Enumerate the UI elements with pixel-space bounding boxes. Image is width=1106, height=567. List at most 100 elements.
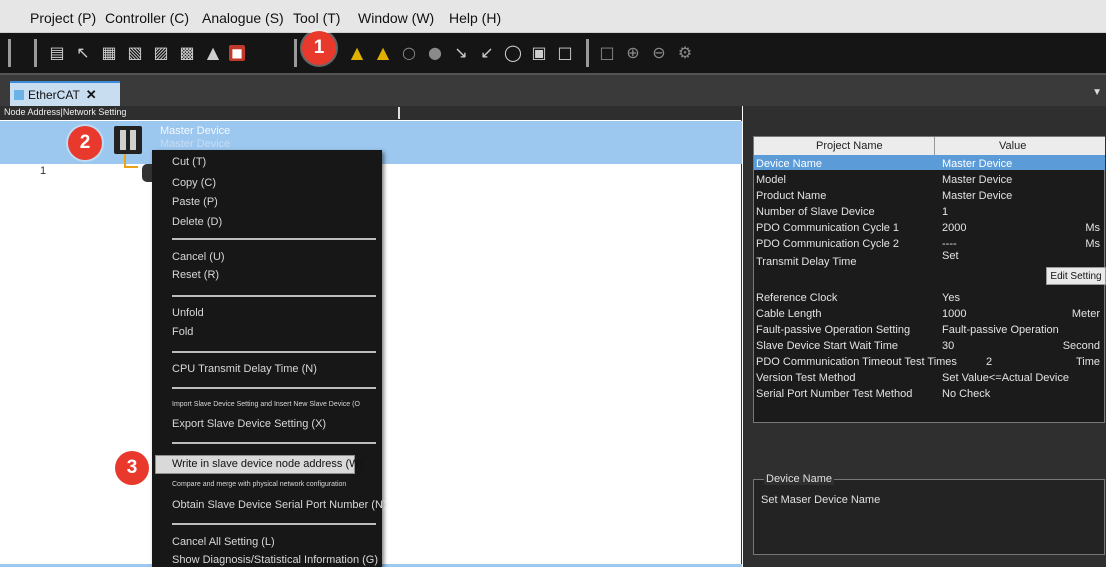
property-name[interactable]: Transmit Delay Time — [756, 256, 856, 268]
menu-analogue[interactable]: Analogue (S) — [202, 10, 284, 26]
property-name[interactable]: Serial Port Number Test Method — [756, 388, 912, 400]
menu-separator — [172, 523, 376, 525]
menu-item-obtain-serial[interactable]: Obtain Slave Device Serial Port Number (… — [172, 499, 387, 511]
menu-item-copy[interactable]: Copy (C) — [172, 177, 216, 189]
property-unit: Time — [1075, 356, 1100, 368]
menu-item-export-slave[interactable]: Export Slave Device Setting (X) — [172, 418, 326, 430]
tab-ethercat-label: EtherCAT — [28, 88, 80, 102]
master-device-icon[interactable] — [114, 126, 142, 154]
compare-icon[interactable]: ▦ — [98, 42, 120, 64]
property-value[interactable]: Set Value<=Actual Device — [942, 372, 1069, 384]
header-divider[interactable] — [934, 137, 935, 155]
property-name[interactable]: Version Test Method — [756, 372, 855, 384]
rom-icon[interactable]: ■ — [229, 45, 245, 61]
property-value[interactable]: Fault-passive Operation — [942, 324, 1059, 336]
menu-item-cut[interactable]: Cut (T) — [172, 156, 206, 168]
transfer-to-icon[interactable]: ↘ — [450, 42, 472, 64]
toolbar-separator — [34, 39, 37, 67]
header-value: Value — [999, 140, 1027, 152]
column-divider[interactable] — [398, 107, 400, 119]
menu-item-write-node-address[interactable]: Write in slave device node address (W) — [172, 458, 363, 470]
property-value[interactable]: Master Device — [942, 174, 1012, 186]
property-unit: Second — [1062, 340, 1100, 352]
column-header: Node Address|Network Setting — [0, 106, 742, 120]
property-name[interactable]: Reference Clock — [756, 292, 837, 304]
menu-item-paste[interactable]: Paste (P) — [172, 196, 218, 208]
menu-item-reset[interactable]: Reset (R) — [172, 269, 219, 281]
menu-item-cpu-transmit-delay[interactable]: CPU Transmit Delay Time (N) — [172, 363, 317, 375]
menu-project[interactable]: Project (P) — [30, 10, 96, 26]
cross-reference-icon[interactable]: ▧ — [124, 42, 146, 64]
property-value[interactable]: 2 — [986, 356, 992, 368]
wrench-icon[interactable]: ↖ — [72, 42, 94, 64]
property-name[interactable]: Slave Device Start Wait Time — [756, 340, 898, 352]
find-icon[interactable]: ▲ — [202, 42, 224, 64]
slave-device-icon[interactable] — [142, 164, 152, 182]
property-name[interactable]: PDO Communication Cycle 1 — [756, 222, 899, 234]
menu-bar: Project (P) Controller (C) Analogue (S) … — [0, 0, 1106, 33]
warning-icon[interactable]: ▲ — [346, 42, 368, 64]
menu-item-show-diagnosis[interactable]: Show Diagnosis/Statistical Information (… — [172, 554, 378, 566]
property-name[interactable]: Device Name — [756, 158, 822, 170]
menu-item-import-slave[interactable]: Import Slave Device Setting and Insert N… — [172, 401, 360, 408]
print-icon[interactable]: ▤ — [46, 42, 68, 64]
transfer-from-icon[interactable]: ↙ — [476, 42, 498, 64]
description-box: Device Name Set Maser Device Name — [753, 473, 1105, 555]
property-name[interactable]: Cable Length — [756, 308, 821, 320]
step-badge-1: 1 — [302, 31, 336, 65]
close-icon[interactable]: ✕ — [86, 87, 97, 102]
device-icon[interactable]: □ — [554, 42, 576, 64]
property-value[interactable]: 30 — [942, 340, 954, 352]
property-name[interactable]: PDO Communication Timeout Test Times — [756, 356, 957, 368]
bell-icon[interactable]: ○ — [398, 42, 420, 64]
menu-separator — [172, 295, 376, 297]
property-value[interactable]: Set — [942, 250, 959, 262]
property-name[interactable]: Product Name — [756, 190, 826, 202]
menu-separator — [172, 442, 376, 444]
property-value[interactable]: Yes — [942, 292, 960, 304]
step-badge-2: 2 — [68, 126, 102, 160]
toolbar-separator — [294, 39, 297, 67]
chevron-down-icon[interactable]: ▼ — [1092, 87, 1102, 98]
header-project-name: Project Name — [816, 140, 883, 152]
menu-item-compare-merge[interactable]: Compare and merge with physical network … — [172, 481, 346, 488]
menu-tool[interactable]: Tool (T) — [293, 10, 340, 26]
zoom-out-icon[interactable]: ⊖ — [648, 42, 670, 64]
zoom-in-icon[interactable]: ⊕ — [622, 42, 644, 64]
warning-cross-icon[interactable]: ▲ — [372, 42, 394, 64]
property-name[interactable]: Number of Slave Device — [756, 206, 875, 218]
property-value[interactable]: 2000 — [942, 222, 966, 234]
menu-item-fold[interactable]: Fold — [172, 326, 193, 338]
property-value[interactable]: Master Device — [942, 190, 1012, 202]
menu-help[interactable]: Help (H) — [449, 10, 501, 26]
property-name[interactable]: PDO Communication Cycle 2 — [756, 238, 899, 250]
watch-icon[interactable]: ▨ — [150, 42, 172, 64]
menu-window[interactable]: Window (W) — [358, 10, 434, 26]
menu-item-cancel[interactable]: Cancel (U) — [172, 251, 225, 263]
property-value[interactable]: Master Device — [942, 158, 1012, 170]
master-device-title: Master Device — [160, 125, 231, 137]
property-unit: Meter — [1071, 308, 1100, 320]
run-icon[interactable]: ▣ — [528, 42, 550, 64]
property-value[interactable]: No Check — [942, 388, 990, 400]
menu-item-cancel-all[interactable]: Cancel All Setting (L) — [172, 536, 275, 548]
online-icon[interactable]: ● — [424, 42, 446, 64]
tree-connector — [124, 154, 138, 168]
menu-controller[interactable]: Controller (C) — [105, 10, 189, 26]
menu-item-delete[interactable]: Delete (D) — [172, 216, 222, 228]
properties-table: Project Name Value Device Name Master Dev… — [753, 136, 1106, 423]
property-value[interactable]: 1000 — [942, 308, 966, 320]
property-value[interactable]: ---- — [942, 238, 957, 250]
network-icon[interactable]: ▩ — [176, 42, 198, 64]
toolbar-separator — [8, 39, 11, 67]
sync-icon[interactable]: ◯ — [502, 42, 524, 64]
property-name[interactable]: Fault-passive Operation Setting — [756, 324, 910, 336]
step-badge-3: 3 — [115, 451, 149, 485]
property-value[interactable]: 1 — [942, 206, 948, 218]
property-name[interactable]: Model — [756, 174, 786, 186]
zoom-fit-icon[interactable]: □ — [596, 42, 618, 64]
settings-icon[interactable]: ⚙ — [674, 42, 696, 64]
menu-item-unfold[interactable]: Unfold — [172, 307, 204, 319]
edit-setting-button[interactable]: Edit Setting — [1046, 267, 1106, 285]
tab-ethercat[interactable]: EtherCAT ✕ — [10, 81, 120, 106]
